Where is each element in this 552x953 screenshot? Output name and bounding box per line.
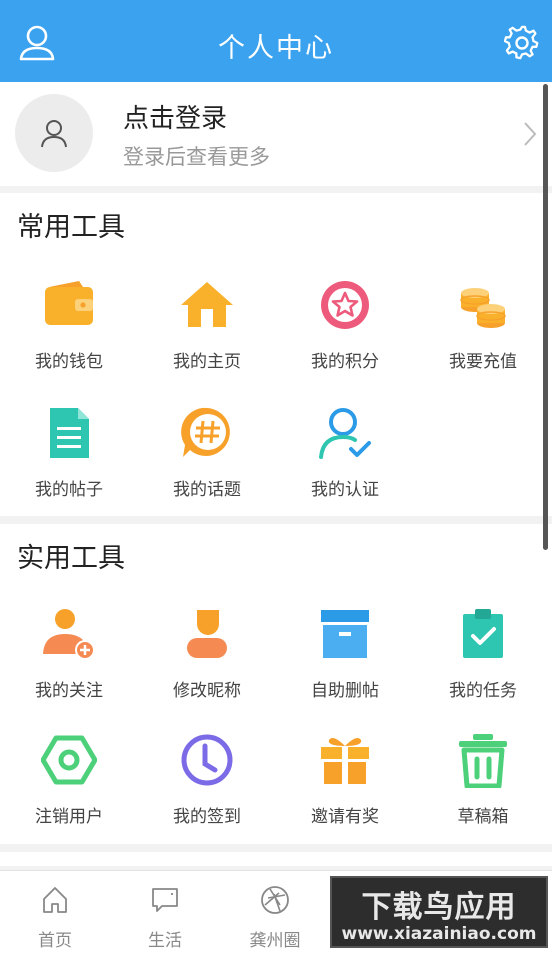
tool-home[interactable]: 我的主页 <box>138 277 276 389</box>
gift-icon <box>321 738 369 784</box>
hashtag-bubble-icon <box>181 407 230 457</box>
tool-verification[interactable]: 我的认证 <box>276 405 414 517</box>
tool-checkin[interactable]: 我的签到 <box>138 732 276 844</box>
chevron-right-icon <box>524 122 537 146</box>
scrollbar[interactable] <box>543 84 548 550</box>
clock-icon <box>181 734 233 786</box>
aperture-icon <box>261 886 289 914</box>
tab-life[interactable]: 生活 <box>110 871 220 953</box>
tab-circle[interactable]: 龚州圈 <box>220 871 330 953</box>
tool-wallet[interactable]: 我的钱包 <box>0 277 138 389</box>
tool-label: 我要充值 <box>449 352 517 372</box>
archive-box-icon <box>321 610 369 658</box>
tool-label: 我的认证 <box>311 480 379 500</box>
tool-posts[interactable]: 我的帖子 <box>0 405 138 517</box>
tool-recharge[interactable]: 我要充值 <box>414 277 552 389</box>
tab-label: 生活 <box>148 931 182 951</box>
section-title: 常用工具 <box>17 212 125 243</box>
tool-label: 我的话题 <box>173 480 241 500</box>
avatar[interactable] <box>15 94 93 172</box>
tool-label: 我的任务 <box>449 681 517 701</box>
tool-delete-post[interactable]: 自助删帖 <box>276 606 414 718</box>
hexagon-ring-icon <box>41 735 97 785</box>
login-card[interactable]: 点击登录 登录后查看更多 <box>0 82 552 186</box>
page-title: 个人中心 <box>218 33 334 64</box>
top-bar: 个人中心 <box>0 0 552 82</box>
tool-label: 注销用户 <box>35 807 103 827</box>
tool-label: 草稿箱 <box>457 807 509 827</box>
tool-drafts[interactable]: 草稿箱 <box>414 732 552 844</box>
gear-icon[interactable] <box>504 25 540 61</box>
coins-icon <box>460 288 506 328</box>
tab-label: 龚州圈 <box>249 931 301 951</box>
star-badge-icon <box>321 281 369 329</box>
tool-nickname[interactable]: 修改昵称 <box>138 606 276 718</box>
tab-label: 首页 <box>38 931 72 951</box>
tool-follow[interactable]: 我的关注 <box>0 606 138 718</box>
watermark-url: www.xiazainiao.com <box>341 924 537 944</box>
tool-points[interactable]: 我的积分 <box>276 277 414 389</box>
section-title: 实用工具 <box>17 543 125 574</box>
tool-label: 我的关注 <box>35 681 103 701</box>
home-outline-icon <box>43 887 67 913</box>
person-icon <box>41 120 67 148</box>
wallet-icon <box>45 281 93 325</box>
verified-user-icon <box>319 408 371 459</box>
document-icon <box>50 408 89 458</box>
tool-invite[interactable]: 邀请有奖 <box>276 732 414 844</box>
login-title: 点击登录 <box>123 104 228 134</box>
home-icon <box>181 282 233 327</box>
tool-tasks[interactable]: 我的任务 <box>414 606 552 718</box>
login-subtitle: 登录后查看更多 <box>123 145 270 169</box>
tab-home[interactable]: 首页 <box>0 871 110 953</box>
common-tools-section: 常用工具 我的钱包 我的主页 我的积分 我要充值 我的帖子 我的话题 我的认证 <box>0 193 552 516</box>
tool-label: 我的帖子 <box>35 480 103 500</box>
tool-label: 我的主页 <box>173 352 241 372</box>
trash-icon <box>459 734 507 788</box>
tool-label: 我的积分 <box>311 352 379 372</box>
practical-tools-section: 实用工具 我的关注 修改昵称 自助删帖 我的任务 注销用户 我的签到 邀请有奖 … <box>0 524 552 844</box>
watermark-logo: 下载鸟应用 www.xiazainiao.com <box>330 876 548 948</box>
tool-deactivate[interactable]: 注销用户 <box>0 732 138 844</box>
tool-label: 我的钱包 <box>35 352 103 372</box>
watermark-title: 下载鸟应用 <box>361 890 517 925</box>
tool-label: 修改昵称 <box>173 681 241 701</box>
tool-label: 我的签到 <box>173 807 241 827</box>
add-user-icon <box>43 609 95 660</box>
next-section-edge <box>0 852 552 866</box>
chat-outline-icon <box>152 888 178 912</box>
tool-label: 自助删帖 <box>311 681 379 701</box>
tool-topics[interactable]: 我的话题 <box>138 405 276 517</box>
clipboard-check-icon <box>463 609 503 658</box>
tool-label: 邀请有奖 <box>311 807 379 827</box>
edit-user-icon <box>187 610 227 658</box>
